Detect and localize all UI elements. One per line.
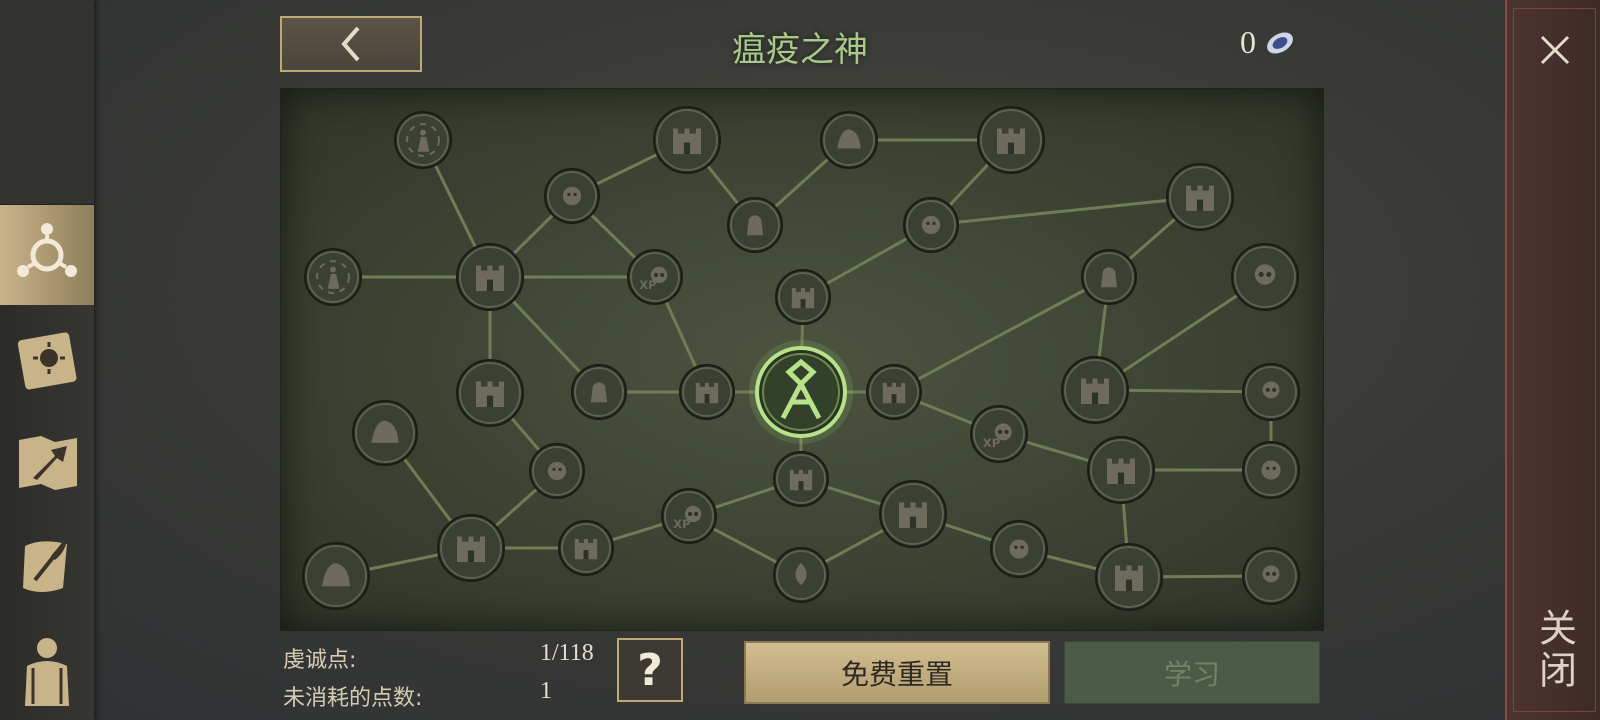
close-button[interactable]	[1525, 22, 1585, 78]
skill-node[interactable]	[1231, 243, 1299, 311]
skill-node[interactable]	[653, 106, 721, 174]
tower-icon	[996, 128, 1026, 155]
skill-node[interactable]	[558, 520, 614, 576]
skill-node[interactable]	[775, 269, 831, 325]
skill-node[interactable]	[903, 197, 959, 253]
svg-text:XP: XP	[983, 436, 1001, 450]
skill-node[interactable]	[773, 451, 829, 507]
svg-text:XP: XP	[639, 279, 656, 292]
tower-icon	[1106, 458, 1136, 485]
skill-node[interactable]: XP	[627, 249, 683, 305]
skill-node[interactable]	[456, 359, 524, 427]
face-icon	[562, 186, 582, 206]
tower-icon	[1080, 378, 1110, 405]
skill-node[interactable]	[773, 547, 829, 603]
skill-node[interactable]	[1166, 163, 1234, 231]
tower-icon	[791, 287, 815, 309]
tower-icon	[672, 128, 702, 155]
skill-node[interactable]	[820, 111, 878, 169]
skull-icon	[1262, 381, 1280, 399]
skill-node[interactable]	[304, 248, 362, 306]
tower-icon	[475, 381, 505, 408]
skull-icon	[1254, 264, 1276, 285]
skill-node[interactable]	[1242, 363, 1300, 421]
tower-icon	[695, 382, 719, 404]
quill-scroll-icon	[23, 540, 67, 592]
tower-icon	[1114, 565, 1144, 592]
tower-icon	[898, 502, 928, 529]
sidebar-item-character[interactable]	[0, 620, 94, 720]
tower-icon	[456, 536, 486, 563]
sun-book-icon	[17, 332, 77, 390]
skill-node[interactable]: XP	[970, 405, 1028, 463]
learn-button[interactable]: 学习	[1064, 641, 1320, 704]
map-arrow-icon	[19, 436, 77, 490]
devotion-value: 1/118	[540, 640, 594, 666]
page-title: 瘟疫之神	[732, 30, 868, 70]
sidebar-item-sun-book[interactable]	[0, 310, 94, 410]
blue-gem-icon	[1267, 32, 1293, 53]
skill-node[interactable]	[990, 520, 1048, 578]
sidebar	[0, 0, 94, 720]
close-panel: 关闭	[1505, 0, 1600, 720]
currency-display: 0	[1240, 24, 1298, 61]
face-icon	[1261, 460, 1281, 480]
free-reset-button[interactable]: 免费重置	[744, 641, 1050, 704]
close-icon	[1540, 35, 1570, 65]
chevron-left-icon	[341, 26, 360, 62]
skill-node[interactable]	[437, 514, 505, 582]
skill-node[interactable]	[679, 364, 735, 420]
skill-node[interactable]	[394, 111, 452, 169]
close-label[interactable]: 关闭	[1527, 600, 1583, 700]
unspent-points-value: 1	[540, 678, 552, 704]
tower-icon	[475, 265, 505, 292]
tower-icon	[574, 538, 598, 560]
sidebar-top-panel	[0, 0, 94, 205]
face-icon	[921, 215, 941, 235]
tower-icon	[789, 469, 813, 491]
skill-node[interactable]	[727, 197, 783, 253]
skill-tree-panel: XP XP XP	[280, 88, 1324, 631]
skill-node[interactable]	[571, 364, 627, 420]
unspent-points-label: 未消耗的点数:	[283, 686, 423, 711]
tower-icon	[1185, 185, 1215, 212]
devotion-label: 虔诚点:	[283, 648, 357, 673]
skill-node[interactable]	[352, 400, 418, 466]
help-button[interactable]: ?	[617, 638, 683, 702]
sidebar-item-skills[interactable]	[0, 205, 94, 305]
center-skill-node[interactable]	[749, 340, 853, 444]
skill-node[interactable]	[1242, 441, 1300, 499]
skill-node[interactable]	[977, 106, 1045, 174]
skill-node[interactable]	[866, 364, 922, 420]
tower-icon	[882, 382, 906, 404]
skill-node[interactable]	[879, 480, 947, 548]
back-button[interactable]	[280, 16, 422, 72]
skill-node[interactable]	[544, 168, 600, 224]
tree-connection-line	[930, 195, 1201, 227]
skill-node[interactable]: XP	[661, 488, 717, 544]
skill-node[interactable]	[1061, 356, 1129, 424]
skill-node[interactable]	[1095, 543, 1163, 611]
character-icon	[25, 638, 69, 706]
skill-node[interactable]	[1087, 436, 1155, 504]
skill-node[interactable]	[529, 443, 585, 499]
skill-node[interactable]	[302, 542, 370, 610]
skill-node[interactable]	[456, 243, 524, 311]
skill-node[interactable]	[1242, 547, 1300, 605]
question-mark-icon: ?	[637, 644, 663, 696]
svg-text:XP: XP	[673, 518, 690, 531]
skull-icon	[1262, 565, 1280, 583]
face-icon	[1009, 539, 1029, 559]
skill-tree-icon	[17, 223, 77, 277]
skill-node[interactable]	[1081, 249, 1137, 305]
sidebar-item-scroll[interactable]	[0, 516, 94, 616]
skill-tree-canvas: XP XP XP	[302, 106, 1300, 611]
face-icon	[547, 461, 567, 481]
sidebar-item-map[interactable]	[0, 412, 94, 512]
currency-count: 0	[1240, 24, 1256, 60]
